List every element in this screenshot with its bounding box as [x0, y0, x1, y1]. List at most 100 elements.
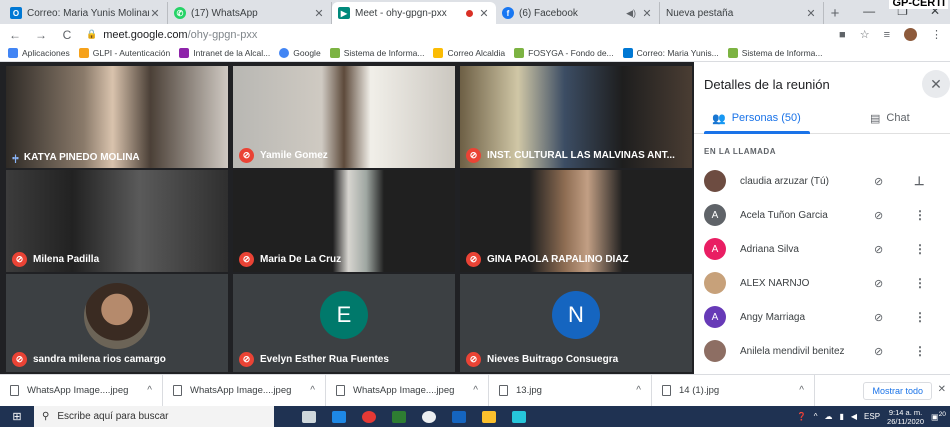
bookmark-correo-maria[interactable]: Correo: Maria Yunis...	[622, 48, 719, 58]
recording-icon	[466, 9, 473, 17]
bookmark-fosyga[interactable]: FOSYGA - Fondo de...	[514, 48, 614, 58]
minimize-icon[interactable]: —	[863, 4, 875, 18]
camera-icon[interactable]: ■	[839, 29, 846, 41]
close-icon[interactable]: ✕	[922, 70, 950, 98]
language-label[interactable]: ESP	[864, 412, 880, 421]
edge-icon[interactable]	[332, 410, 346, 423]
participant-tile[interactable]: ⊘ GINA PAOLA RAPALINO DIAZ	[460, 170, 692, 272]
facebook-icon: f	[502, 7, 514, 19]
corner-label: GP-CERTI	[889, 0, 948, 9]
file-explorer-icon[interactable]	[482, 410, 496, 423]
word-icon[interactable]	[452, 410, 466, 423]
active-tab-indicator	[704, 131, 810, 134]
close-tab-icon[interactable]: ✕	[149, 7, 161, 20]
participant-tile[interactable]: N ⊘ Nieves Buitrago Consuegra	[460, 274, 692, 372]
system-tray: ❓ ^ ☁ ▮ ◀ ESP 9:14 a. m. 26/11/2020 ▣20	[797, 406, 946, 427]
chevron-up-icon[interactable]: ^	[799, 385, 804, 396]
avatar: E	[320, 291, 368, 339]
settings-icon[interactable]	[422, 410, 436, 423]
chevron-up-icon[interactable]: ^	[814, 412, 818, 421]
chrome-icon[interactable]	[362, 410, 376, 423]
volume-icon[interactable]: ◀	[851, 412, 857, 421]
close-tab-icon[interactable]: ✕	[805, 7, 817, 20]
bookmark-glpi[interactable]: GLPI - Autenticación	[78, 48, 170, 58]
mic-off-icon: ⊘	[874, 175, 884, 188]
media-control-icon[interactable]: ≡	[884, 29, 890, 41]
participant-name-row: ⊘ sandra milena rios camargo	[12, 352, 166, 367]
close-tab-icon[interactable]: ✕	[478, 7, 490, 20]
participant-tile[interactable]: ▪|▪ KATYA PINEDO MOLINA	[6, 66, 228, 168]
tab-meet[interactable]: ▶ Meet - ohy-gpgn-pxx ✕	[332, 2, 496, 24]
menu-icon[interactable]: ⋮	[931, 28, 942, 41]
star-icon[interactable]: ☆	[860, 28, 870, 41]
chevron-up-icon[interactable]: ^	[147, 385, 152, 396]
close-tab-icon[interactable]: ✕	[313, 7, 325, 20]
chevron-up-icon[interactable]: ^	[636, 385, 641, 396]
list-item[interactable]: ALEX NARNJO ⊘ ⋮	[694, 266, 950, 300]
bookmark-google[interactable]: Google	[279, 48, 321, 58]
tab-correo[interactable]: O Correo: Maria Yunis Molinares ✕	[4, 2, 168, 24]
cloud-icon[interactable]: ☁	[824, 412, 832, 421]
show-all-button[interactable]: Mostrar todo	[863, 382, 932, 400]
participant-tile[interactable]: ⊘ Maria De La Cruz	[233, 170, 455, 272]
notification-icon[interactable]: ▣20	[931, 411, 946, 422]
photos-icon[interactable]	[512, 410, 526, 423]
bookmark-apps[interactable]: Aplicaciones	[8, 48, 70, 58]
close-icon[interactable]: ✕	[938, 384, 946, 395]
download-item[interactable]: WhatsApp Image....jpeg ^	[0, 374, 163, 407]
bookmark-correo-alcaldia[interactable]: Correo Alcaldia	[433, 48, 505, 58]
chevron-up-icon[interactable]: ^	[473, 385, 478, 396]
bookmark-intranet[interactable]: Intranet de la Alcal...	[179, 48, 270, 58]
bookmark-sistema-2[interactable]: Sistema de Informa...	[727, 48, 822, 58]
search-input[interactable]: ⚲ Escribe aquí para buscar	[34, 406, 274, 427]
more-options-icon[interactable]: ⋮	[914, 344, 926, 358]
panel-title: Detalles de la reunión	[704, 77, 830, 92]
bookmark-sistema-1[interactable]: Sistema de Informa...	[329, 48, 424, 58]
list-item[interactable]: claudia arzuzar (Tú) ⊘ ⊥	[694, 164, 950, 198]
profile-avatar[interactable]	[904, 28, 917, 41]
help-icon[interactable]: ❓	[797, 412, 807, 421]
more-options-icon[interactable]: ⋮	[914, 276, 926, 290]
list-item[interactable]: A Acela Tuñon Garcia ⊘ ⋮	[694, 198, 950, 232]
reload-icon[interactable]: C	[60, 28, 74, 42]
avatar: A	[704, 238, 726, 260]
chevron-up-icon[interactable]: ^	[310, 385, 315, 396]
more-options-icon[interactable]: ⋮	[914, 208, 926, 222]
new-tab-button[interactable]: +	[824, 2, 846, 24]
meet-icon: ▶	[338, 7, 350, 19]
forward-icon[interactable]: →	[34, 28, 48, 42]
tab-chat[interactable]: ▤ Chat	[870, 102, 910, 134]
task-view-icon[interactable]	[302, 410, 316, 423]
mic-off-icon: ⊘	[874, 209, 884, 222]
download-item[interactable]: WhatsApp Image....jpeg ^	[326, 374, 489, 407]
participant-tile[interactable]: ⊘ Milena Padilla	[6, 170, 228, 272]
url-input[interactable]: 🔒 meet.google.com/ohy-gpgn-pxx	[86, 26, 827, 44]
tab-new[interactable]: Nueva pestaña ✕	[660, 2, 824, 24]
download-item[interactable]: WhatsApp Image....jpeg ^	[163, 374, 326, 407]
more-options-icon[interactable]: ⋮	[914, 310, 926, 324]
list-item[interactable]: A Adriana Silva ⊘ ⋮	[694, 232, 950, 266]
list-item[interactable]: Anilela mendivil benitez ⊘ ⋮	[694, 334, 950, 368]
shield-icon	[514, 48, 525, 58]
network-icon[interactable]: ▮	[839, 412, 843, 421]
participant-tile[interactable]: ⊘ Yamile Gomez	[233, 66, 455, 168]
download-item[interactable]: 13.jpg ^	[489, 374, 652, 407]
back-icon[interactable]: ←	[8, 28, 22, 42]
participant-tile[interactable]: ⊘ INST. CULTURAL LAS MALVINAS ANT...	[460, 66, 692, 168]
download-item[interactable]: 14 (1).jpg ^	[652, 374, 815, 407]
tab-facebook[interactable]: f (6) Facebook ◀) ✕	[496, 2, 660, 24]
more-options-icon[interactable]: ⋮	[914, 242, 926, 256]
tab-people[interactable]: 👥 Personas (50)	[712, 102, 801, 134]
participant-tile[interactable]: ⊘ sandra milena rios camargo	[6, 274, 228, 372]
pin-icon[interactable]: ⊥	[914, 174, 924, 188]
participant-tile[interactable]: E ⊘ Evelyn Esther Rua Fuentes	[233, 274, 455, 372]
clock[interactable]: 9:14 a. m. 26/11/2020	[887, 408, 924, 426]
meeting-details-panel: Detalles de la reunión ✕ 👥 Personas (50)…	[694, 62, 950, 374]
list-item[interactable]: A Angy Marriaga ⊘ ⋮	[694, 300, 950, 334]
windows-start-icon[interactable]: ⊞	[0, 406, 34, 427]
participant-name-row: ▪|▪ KATYA PINEDO MOLINA	[12, 152, 140, 163]
tab-whatsapp[interactable]: ✆ (17) WhatsApp ✕	[168, 2, 332, 24]
mic-off-icon: ⊘	[239, 252, 254, 267]
excel-icon[interactable]	[392, 410, 406, 423]
close-tab-icon[interactable]: ✕	[641, 7, 653, 20]
